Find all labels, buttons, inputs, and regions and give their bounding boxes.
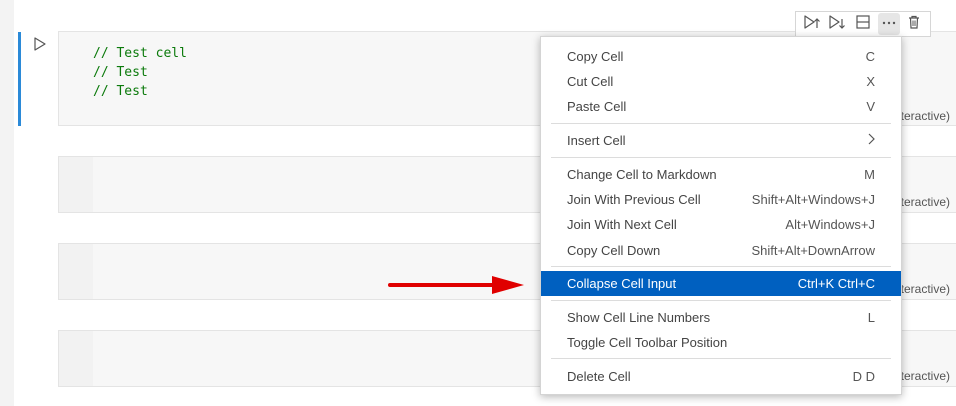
cell-gutter	[59, 244, 93, 299]
menu-item-label: Join With Previous Cell	[567, 192, 701, 207]
menu-separator	[551, 358, 891, 359]
menu-item-toggle-toolbar-position[interactable]: Toggle Cell Toolbar Position	[551, 330, 891, 355]
menu-item-shortcut: V	[866, 99, 875, 114]
split-cell-button[interactable]	[852, 13, 874, 35]
run-below-icon	[828, 14, 846, 34]
menu-separator	[551, 157, 891, 158]
more-actions-icon	[881, 14, 897, 34]
menu-item-label: Change Cell to Markdown	[567, 167, 717, 182]
menu-item-label: Insert Cell	[567, 133, 626, 148]
run-below-button[interactable]	[826, 13, 848, 35]
menu-item-label: Paste Cell	[567, 99, 627, 114]
cell-status-text: teractive)	[900, 282, 950, 296]
menu-item-shortcut: X	[866, 74, 875, 89]
menu-item-label: Collapse Cell Input	[567, 276, 677, 291]
cell-status-text: teractive)	[900, 109, 950, 123]
run-above-button[interactable]	[801, 13, 823, 35]
menu-item-copy-cell[interactable]: Copy Cell C	[551, 44, 891, 69]
menu-separator	[551, 266, 891, 267]
chevron-right-icon	[867, 133, 875, 148]
active-cell-indicator	[18, 32, 21, 126]
delete-cell-button[interactable]	[903, 13, 925, 35]
menu-item-shortcut: M	[864, 167, 875, 182]
menu-item-shortcut: C	[865, 49, 875, 64]
cell-status-text: teractive)	[900, 369, 950, 383]
code-line: // Test cell	[93, 46, 187, 61]
menu-item-delete-cell[interactable]: Delete Cell D D	[551, 364, 891, 389]
run-above-icon	[803, 14, 821, 34]
delete-icon	[906, 14, 922, 34]
menu-item-shortcut: L	[867, 310, 875, 325]
menu-separator	[551, 123, 891, 124]
menu-item-insert-cell[interactable]: Insert Cell	[551, 128, 891, 153]
menu-item-join-next[interactable]: Join With Next Cell Alt+Windows+J	[551, 212, 891, 237]
code-line: // Test	[93, 84, 148, 99]
split-cell-icon	[855, 14, 871, 34]
notebook-gutter	[0, 0, 14, 406]
menu-item-shortcut: Ctrl+K Ctrl+C	[797, 276, 875, 291]
menu-item-copy-cell-down[interactable]: Copy Cell Down Shift+Alt+DownArrow	[551, 238, 891, 263]
cell-code-editor[interactable]: // Test cell // Test // Test	[93, 44, 187, 101]
menu-item-show-line-numbers[interactable]: Show Cell Line Numbers L	[551, 305, 891, 330]
menu-item-shortcut: Shift+Alt+DownArrow	[751, 243, 875, 258]
menu-item-label: Copy Cell	[567, 49, 624, 64]
menu-item-label: Join With Next Cell	[567, 217, 677, 232]
menu-item-paste-cell[interactable]: Paste Cell V	[551, 94, 891, 119]
cell-context-menu: Copy Cell C Cut Cell X Paste Cell V Inse…	[540, 36, 902, 395]
annotation-arrow-icon	[388, 274, 528, 300]
menu-item-shortcut: Alt+Windows+J	[785, 217, 875, 232]
menu-item-label: Delete Cell	[567, 369, 631, 384]
more-actions-button[interactable]	[877, 13, 900, 35]
menu-item-label: Copy Cell Down	[567, 243, 661, 258]
play-icon	[34, 37, 46, 55]
menu-item-label: Toggle Cell Toolbar Position	[567, 335, 728, 350]
menu-item-shortcut: Shift+Alt+Windows+J	[751, 192, 875, 207]
menu-item-change-to-markdown[interactable]: Change Cell to Markdown M	[551, 162, 891, 187]
menu-separator	[551, 300, 891, 301]
code-line: // Test	[93, 65, 148, 80]
run-cell-button[interactable]	[30, 36, 50, 56]
cell-status-text: teractive)	[900, 195, 950, 209]
menu-item-collapse-cell-input[interactable]: Collapse Cell Input Ctrl+K Ctrl+C	[541, 271, 901, 296]
menu-item-cut-cell[interactable]: Cut Cell X	[551, 69, 891, 94]
cell-gutter	[59, 331, 93, 386]
menu-item-label: Cut Cell	[567, 74, 614, 89]
cell-toolbar	[795, 11, 931, 37]
menu-item-label: Show Cell Line Numbers	[567, 310, 711, 325]
menu-item-join-previous[interactable]: Join With Previous Cell Shift+Alt+Window…	[551, 187, 891, 212]
menu-item-shortcut: D D	[852, 369, 875, 384]
cell-gutter	[59, 157, 93, 212]
